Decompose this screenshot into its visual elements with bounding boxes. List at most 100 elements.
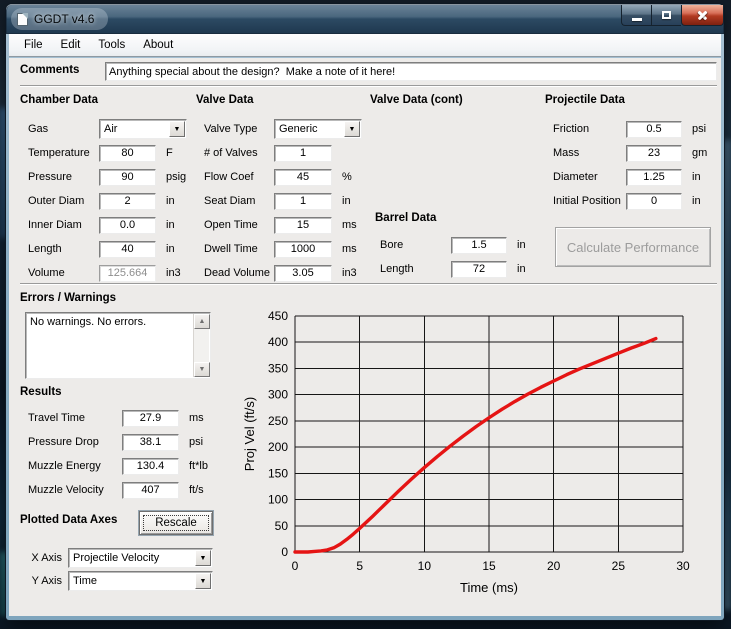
field-row: Length 72 in bbox=[380, 257, 526, 281]
field-value-input[interactable]: 0.0 bbox=[99, 217, 156, 234]
svg-text:450: 450 bbox=[268, 309, 288, 323]
errors-scrollbar[interactable]: ▲ ▼ bbox=[193, 314, 209, 377]
field-unit: in bbox=[517, 239, 526, 251]
maximize-button[interactable] bbox=[651, 5, 681, 26]
performance-chart: 050100150200250300350400450051015202530T… bbox=[240, 302, 700, 602]
field-value-input[interactable]: 1.5 bbox=[451, 237, 507, 254]
svg-text:200: 200 bbox=[268, 440, 288, 454]
field-value-input[interactable]: 2 bbox=[99, 193, 156, 210]
errors-warnings-box[interactable]: No warnings. No errors. ▲ ▼ bbox=[25, 312, 211, 379]
minimize-button[interactable] bbox=[621, 5, 651, 26]
x-axis-select[interactable]: Projectile Velocity ▼ bbox=[68, 548, 213, 568]
field-value-input[interactable]: 38.1 bbox=[122, 434, 179, 451]
menu-item[interactable]: Edit bbox=[52, 36, 90, 54]
projectile-data-header: Projectile Data bbox=[545, 94, 625, 106]
minimize-icon bbox=[632, 18, 642, 21]
field-label: Temperature bbox=[28, 147, 99, 159]
field-label: Dead Volume bbox=[204, 267, 274, 279]
field-row: Diameter 1.25 in bbox=[553, 165, 707, 189]
field-label: Length bbox=[28, 243, 99, 255]
field-row: Flow Coef 45 % bbox=[204, 165, 362, 189]
menu-item[interactable]: File bbox=[15, 36, 52, 54]
rescale-button[interactable]: Rescale bbox=[139, 511, 213, 535]
field-label: Pressure Drop bbox=[28, 436, 122, 448]
field-value-input[interactable]: 72 bbox=[451, 261, 507, 278]
field-value-input[interactable]: 40 bbox=[99, 241, 156, 258]
svg-text:150: 150 bbox=[268, 466, 288, 480]
scroll-up-icon[interactable]: ▲ bbox=[194, 314, 210, 329]
scroll-down-icon[interactable]: ▼ bbox=[194, 362, 210, 377]
chevron-down-icon[interactable]: ▼ bbox=[195, 573, 211, 589]
field-value-input[interactable]: 0.5 bbox=[626, 121, 682, 138]
field-row: Muzzle Velocity 407 ft/s bbox=[28, 478, 208, 502]
field-value-input[interactable]: 1 bbox=[274, 145, 332, 162]
field-unit: in bbox=[166, 243, 175, 255]
field-unit: ft*lb bbox=[189, 460, 208, 472]
menu-item[interactable]: Tools bbox=[89, 36, 134, 54]
field-value-input: 125.664 bbox=[99, 265, 156, 282]
projectile-data-section: Friction 0.5 psi Mass 23 gm Diameter 1.2… bbox=[553, 117, 707, 213]
valve-type-select[interactable]: Generic ▼ bbox=[274, 119, 362, 139]
field-row: Muzzle Energy 130.4 ft*lb bbox=[28, 454, 208, 478]
y-axis-select[interactable]: Time ▼ bbox=[68, 571, 213, 591]
field-unit: in3 bbox=[166, 267, 181, 279]
field-label: Inner Diam bbox=[28, 219, 99, 231]
field-value-input[interactable]: 407 bbox=[122, 482, 179, 499]
field-value-input[interactable]: 80 bbox=[99, 145, 156, 162]
svg-text:Proj Vel (ft/s): Proj Vel (ft/s) bbox=[242, 397, 257, 471]
field-value-input[interactable]: 130.4 bbox=[122, 458, 179, 475]
field-value-input[interactable]: 27.9 bbox=[122, 410, 179, 427]
menu-item[interactable]: About bbox=[134, 36, 182, 54]
chevron-down-icon[interactable]: ▼ bbox=[169, 121, 185, 137]
field-label: Initial Position bbox=[553, 195, 626, 207]
close-button[interactable] bbox=[681, 5, 724, 26]
field-unit: in bbox=[166, 195, 175, 207]
field-label: Flow Coef bbox=[204, 171, 274, 183]
field-unit: ms bbox=[342, 219, 357, 231]
field-value-input[interactable]: 3.05 bbox=[274, 265, 332, 282]
field-label: Length bbox=[380, 263, 451, 275]
app-icon bbox=[17, 13, 28, 26]
valve-data-header: Valve Data bbox=[196, 94, 254, 106]
field-label: Volume bbox=[28, 267, 99, 279]
field-value-input[interactable]: 23 bbox=[626, 145, 682, 162]
results-header: Results bbox=[20, 386, 62, 398]
field-row: Seat Diam 1 in bbox=[204, 189, 362, 213]
comments-input[interactable] bbox=[105, 62, 717, 81]
gas-label: Gas bbox=[28, 123, 99, 135]
title-bar[interactable]: GGDT v4.6 bbox=[6, 4, 724, 34]
field-value-input[interactable]: 15 bbox=[274, 217, 332, 234]
field-value-input[interactable]: 90 bbox=[99, 169, 156, 186]
svg-text:15: 15 bbox=[482, 559, 496, 573]
field-value-input[interactable]: 1 bbox=[274, 193, 332, 210]
svg-text:300: 300 bbox=[268, 388, 288, 402]
field-unit: in bbox=[166, 219, 175, 231]
chevron-down-icon[interactable]: ▼ bbox=[195, 550, 211, 566]
field-unit: psi bbox=[692, 123, 706, 135]
svg-text:0: 0 bbox=[292, 559, 299, 573]
gas-selected-value: Air bbox=[104, 123, 117, 135]
svg-text:25: 25 bbox=[612, 559, 626, 573]
y-axis-label: Y Axis bbox=[22, 575, 62, 587]
field-label: Friction bbox=[553, 123, 626, 135]
window-controls bbox=[621, 5, 724, 26]
field-row: Pressure 90 psig bbox=[28, 165, 187, 189]
field-label: Muzzle Velocity bbox=[28, 484, 122, 496]
chevron-down-icon[interactable]: ▼ bbox=[344, 121, 360, 137]
chamber-data-section: Gas Air ▼ Temperature 80 F Pressure 90 p… bbox=[28, 117, 187, 285]
svg-text:400: 400 bbox=[268, 335, 288, 349]
field-row: # of Valves 1 bbox=[204, 141, 362, 165]
svg-text:Time (ms): Time (ms) bbox=[460, 580, 518, 595]
field-value-input[interactable]: 45 bbox=[274, 169, 332, 186]
field-value-input[interactable]: 1.25 bbox=[626, 169, 682, 186]
field-row: Open Time 15 ms bbox=[204, 213, 362, 237]
field-label: Bore bbox=[380, 239, 451, 251]
gas-select[interactable]: Air ▼ bbox=[99, 119, 187, 139]
field-label: Diameter bbox=[553, 171, 626, 183]
field-value-input[interactable]: 1000 bbox=[274, 241, 332, 258]
field-label: Outer Diam bbox=[28, 195, 99, 207]
field-label: Mass bbox=[553, 147, 626, 159]
svg-text:10: 10 bbox=[418, 559, 432, 573]
field-value-input[interactable]: 0 bbox=[626, 193, 682, 210]
valve-type-label: Valve Type bbox=[204, 123, 274, 135]
